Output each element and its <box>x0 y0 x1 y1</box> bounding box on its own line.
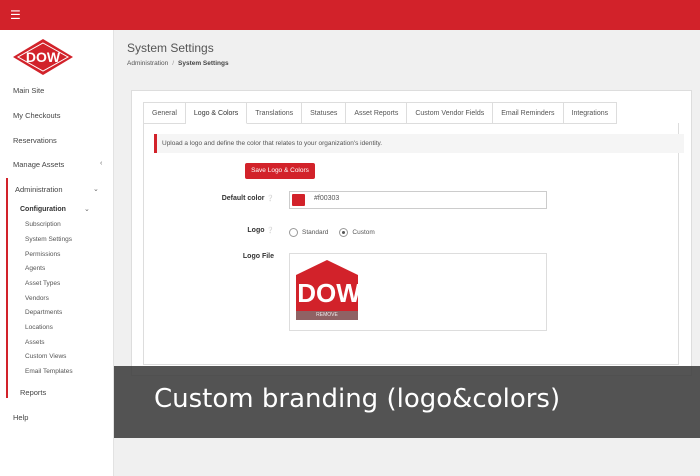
page-title: System Settings <box>127 41 214 55</box>
sidebar-item-permissions[interactable]: Permissions <box>25 251 60 258</box>
settings-panel: General Logo & Colors Translations Statu… <box>131 90 692 376</box>
sidebar-item-subscription[interactable]: Subscription <box>25 221 61 228</box>
sidebar-item-main-site[interactable]: Main Site <box>13 86 44 95</box>
tab-asset-reports[interactable]: Asset Reports <box>346 102 408 124</box>
logo-file-box[interactable]: DOW REMOVE <box>289 253 547 331</box>
tab-integrations[interactable]: Integrations <box>563 102 618 124</box>
info-alert: Upload a logo and define the color that … <box>154 134 684 153</box>
tab-email-reminders[interactable]: Email Reminders <box>493 102 564 124</box>
chevron-down-icon: ⌄ <box>93 186 99 193</box>
label-text: Logo <box>247 227 265 234</box>
caption-overlay: Custom branding (logo&colors) <box>114 366 700 438</box>
top-bar: ☰ <box>0 0 700 30</box>
radio-label-custom: Custom <box>352 228 375 236</box>
breadcrumb-separator: / <box>172 60 174 67</box>
default-color-label: Default color ❔ <box>144 195 274 202</box>
svg-text:DOW: DOW <box>297 278 358 308</box>
sidebar-item-reservations[interactable]: Reservations <box>13 136 57 145</box>
sidebar: DOW Main Site My Checkouts Reservations … <box>0 30 114 476</box>
radio-custom[interactable] <box>339 227 349 237</box>
sidebar-item-manage-assets[interactable]: Manage Assets ‹ <box>13 160 102 169</box>
chevron-left-icon: ‹ <box>100 160 103 167</box>
sidebar-item-administration[interactable]: Administration ⌄ <box>15 185 99 194</box>
logo-radio-group: Standard Custom <box>289 226 386 238</box>
sidebar-item-reports[interactable]: Reports <box>20 388 46 397</box>
logo-preview: DOW REMOVE <box>296 260 361 320</box>
sidebar-item-email-templates[interactable]: Email Templates <box>25 368 73 375</box>
breadcrumb-item-system-settings: System Settings <box>178 60 229 67</box>
chevron-down-icon: ⌄ <box>84 206 90 213</box>
sidebar-item-custom-views[interactable]: Custom Views <box>25 353 66 360</box>
tab-logo-colors[interactable]: Logo & Colors <box>185 102 248 124</box>
sidebar-item-locations[interactable]: Locations <box>25 324 53 331</box>
sidebar-item-configuration[interactable]: Configuration ⌄ <box>20 206 90 213</box>
logo-file-label: Logo File <box>242 253 274 260</box>
dow-logo[interactable]: DOW <box>12 38 74 76</box>
hamburger-icon[interactable]: ☰ <box>10 8 21 22</box>
color-swatch[interactable] <box>292 194 305 206</box>
tab-custom-vendor-fields[interactable]: Custom Vendor Fields <box>407 102 494 124</box>
radio-standard[interactable] <box>289 227 298 237</box>
sidebar-item-asset-types[interactable]: Asset Types <box>25 280 60 287</box>
breadcrumb-item-administration[interactable]: Administration <box>127 60 168 67</box>
tab-translations[interactable]: Translations <box>247 102 303 124</box>
breadcrumb: Administration / System Settings <box>127 60 229 67</box>
sidebar-item-help[interactable]: Help <box>13 413 28 422</box>
sidebar-item-label: Configuration <box>20 206 66 213</box>
sidebar-item-agents[interactable]: Agents <box>25 265 45 272</box>
remove-logo-button[interactable]: REMOVE <box>296 311 358 320</box>
sidebar-item-label: Administration <box>15 185 63 194</box>
default-color-field[interactable]: #f00303 <box>289 191 547 209</box>
settings-tabs: General Logo & Colors Translations Statu… <box>143 102 618 124</box>
sidebar-item-my-checkouts[interactable]: My Checkouts <box>13 111 61 120</box>
tab-general[interactable]: General <box>143 102 186 124</box>
question-circle-icon[interactable]: ❔ <box>267 196 274 202</box>
sidebar-item-departments[interactable]: Departments <box>25 309 62 316</box>
color-value: #f00303 <box>314 195 340 202</box>
logo-label: Logo ❔ <box>144 227 274 234</box>
save-logo-colors-button[interactable]: Save Logo & Colors <box>245 163 315 179</box>
sidebar-item-assets[interactable]: Assets <box>25 339 45 346</box>
tab-content: Upload a logo and define the color that … <box>143 123 684 365</box>
sidebar-item-system-settings[interactable]: System Settings <box>25 236 72 243</box>
sidebar-item-vendors[interactable]: Vendors <box>25 295 49 302</box>
sidebar-item-label: Manage Assets <box>13 160 65 169</box>
radio-label-standard: Standard <box>302 228 329 236</box>
label-text: Default color <box>221 195 265 202</box>
tab-statuses[interactable]: Statuses <box>302 102 347 124</box>
svg-text:DOW: DOW <box>26 49 61 65</box>
caption-text: Custom branding (logo&colors) <box>154 384 561 414</box>
question-circle-icon[interactable]: ❔ <box>267 228 274 234</box>
